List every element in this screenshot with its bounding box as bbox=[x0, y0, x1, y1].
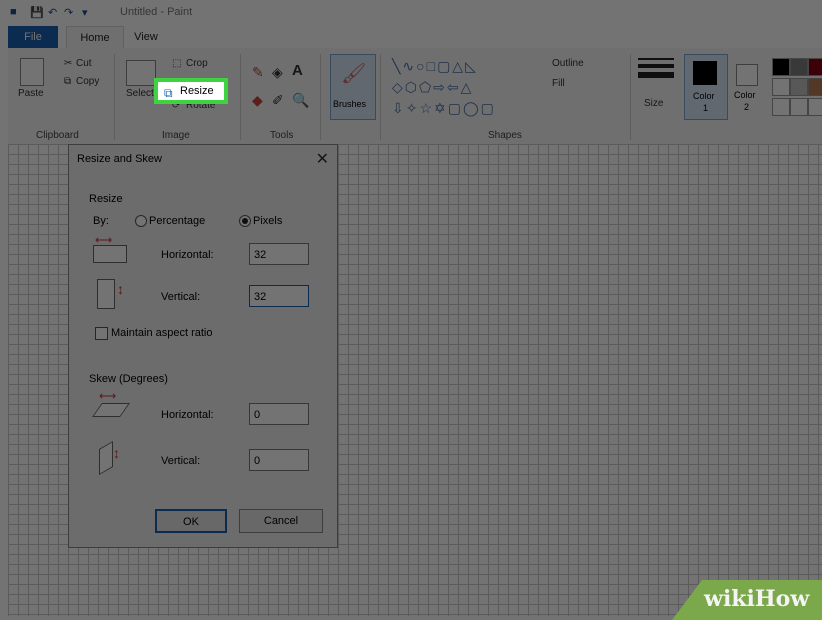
skew-horizontal-graphic bbox=[92, 403, 130, 417]
separator bbox=[380, 54, 381, 140]
skew-vertical-arrow-icon: ↕ bbox=[113, 445, 120, 461]
resize-section-label: Resize bbox=[89, 193, 123, 205]
pixels-label: Pixels bbox=[253, 215, 283, 227]
maintain-aspect-label: Maintain aspect ratio bbox=[111, 327, 213, 339]
select-icon bbox=[126, 60, 156, 86]
color1-number: 1 bbox=[703, 103, 709, 113]
palette-swatch[interactable] bbox=[772, 78, 790, 96]
tab-view[interactable]: View bbox=[126, 26, 166, 48]
separator bbox=[240, 54, 241, 140]
paint-app-icon: ■ bbox=[10, 6, 17, 18]
title-bar: ■ 💾 ↶ ↷ ▾ Untitled - Paint bbox=[8, 0, 822, 26]
color-picker-icon[interactable]: ✐ bbox=[272, 92, 284, 109]
outline-dropdown[interactable]: Outline bbox=[552, 58, 584, 69]
shapes-group-label: Shapes bbox=[488, 130, 522, 141]
select-button[interactable]: Select bbox=[126, 88, 154, 99]
ok-button[interactable]: OK bbox=[155, 509, 227, 533]
crop-button[interactable]: Crop bbox=[186, 58, 208, 69]
tab-home[interactable]: Home bbox=[66, 26, 124, 49]
fill-bucket-icon[interactable]: ◈ bbox=[272, 64, 283, 81]
palette-swatch[interactable] bbox=[808, 78, 822, 96]
size-button[interactable]: Size bbox=[644, 98, 663, 109]
resize-icon: ⧉ bbox=[164, 86, 173, 100]
separator bbox=[114, 54, 115, 140]
copy-button[interactable]: Copy bbox=[76, 76, 99, 87]
skew-horizontal-label: Horizontal: bbox=[161, 409, 214, 421]
resize-horizontal-input[interactable]: 32 bbox=[249, 243, 309, 265]
color1-button[interactable]: Color 1 bbox=[684, 54, 728, 120]
dialog-title: Resize and Skew bbox=[77, 153, 162, 165]
color2-number: 2 bbox=[744, 102, 750, 112]
image-group-label: Image bbox=[162, 130, 190, 141]
vertical-label: Vertical: bbox=[161, 291, 201, 303]
window-title: Untitled - Paint bbox=[120, 6, 193, 18]
resize-label: Resize bbox=[180, 85, 214, 97]
palette-swatch[interactable] bbox=[808, 58, 822, 76]
color2-button[interactable]: Color 2 bbox=[730, 54, 766, 118]
pixels-radio[interactable] bbox=[239, 215, 251, 227]
redo-icon[interactable]: ↷ bbox=[64, 6, 73, 19]
cut-icon: ✂ bbox=[64, 58, 73, 69]
color1-swatch bbox=[693, 61, 717, 85]
watermark-logo: wikiHow bbox=[704, 586, 810, 612]
color2-label: Color bbox=[734, 90, 756, 100]
color2-swatch bbox=[736, 64, 758, 86]
skew-section-label: Skew (Degrees) bbox=[89, 373, 168, 385]
ribbon-tabs: File Home View bbox=[8, 26, 822, 49]
palette-swatch[interactable] bbox=[790, 58, 808, 76]
horizontal-resize-graphic bbox=[93, 245, 127, 263]
resize-vertical-input[interactable]: 32 bbox=[249, 285, 309, 307]
color1-label: Color bbox=[693, 91, 715, 101]
vertical-resize-graphic bbox=[97, 279, 115, 309]
text-tool-icon[interactable]: A bbox=[292, 62, 303, 79]
brush-icon: 🖌 bbox=[341, 63, 367, 85]
cut-button[interactable]: Cut bbox=[76, 58, 92, 69]
eraser-icon[interactable]: ◆ bbox=[252, 92, 263, 109]
copy-icon: ⧉ bbox=[64, 76, 72, 87]
tools-group-label: Tools bbox=[270, 130, 294, 141]
palette-swatch[interactable] bbox=[790, 98, 808, 116]
skew-vertical-graphic bbox=[99, 440, 113, 476]
close-icon[interactable]: ✕ bbox=[316, 149, 329, 169]
palette-swatch[interactable] bbox=[808, 98, 822, 116]
ribbon: Paste ✂ Cut ⧉ Copy Clipboard Select ⬚ Cr… bbox=[8, 48, 822, 145]
vertical-resize-icon: ↕ bbox=[117, 281, 124, 297]
size-icon bbox=[638, 58, 674, 84]
percentage-label: Percentage bbox=[149, 215, 206, 227]
palette-swatch[interactable] bbox=[772, 58, 790, 76]
brushes-label: Brushes bbox=[333, 99, 367, 109]
pencil-icon[interactable]: ✎ bbox=[252, 64, 264, 81]
skew-horizontal-arrow-icon: ⟷ bbox=[99, 389, 117, 403]
separator bbox=[630, 54, 631, 140]
skew-vertical-label: Vertical: bbox=[161, 455, 201, 467]
resize-and-skew-dialog: Resize and Skew ✕ Resize By: Percentage … bbox=[68, 144, 338, 548]
magnifier-icon[interactable]: 🔍 bbox=[292, 92, 309, 109]
separator bbox=[320, 54, 321, 140]
paste-button[interactable]: Paste bbox=[18, 88, 44, 99]
horizontal-label: Horizontal: bbox=[161, 249, 214, 261]
maintain-aspect-checkbox[interactable] bbox=[95, 327, 108, 340]
wikihow-watermark: wikiHow bbox=[672, 580, 822, 620]
resize-button[interactable]: ⧉ Resize bbox=[154, 78, 228, 104]
crop-icon: ⬚ bbox=[172, 58, 182, 69]
by-label: By: bbox=[93, 215, 109, 227]
fill-dropdown[interactable]: Fill bbox=[552, 78, 565, 89]
save-icon[interactable]: 💾 bbox=[30, 6, 44, 19]
skew-horizontal-input[interactable]: 0 bbox=[249, 403, 309, 425]
clipboard-group-label: Clipboard bbox=[36, 130, 79, 141]
quick-access-dropdown-icon[interactable]: ▾ bbox=[82, 6, 88, 19]
brushes-button[interactable]: 🖌 Brushes bbox=[330, 54, 376, 120]
paste-icon bbox=[20, 58, 44, 86]
palette-swatch[interactable] bbox=[790, 78, 808, 96]
cancel-button[interactable]: Cancel bbox=[239, 509, 323, 533]
palette-swatch[interactable] bbox=[772, 98, 790, 116]
shapes-gallery[interactable]: ╲∿○□▢△◺ ◇⬡⬠⇨⇦△ ⇩✧☆✡▢◯▢ bbox=[392, 56, 542, 120]
tab-file[interactable]: File bbox=[8, 26, 58, 48]
percentage-radio[interactable] bbox=[135, 215, 147, 227]
paint-window: ■ 💾 ↶ ↷ ▾ Untitled - Paint File Home Vie… bbox=[8, 0, 822, 616]
skew-vertical-input[interactable]: 0 bbox=[249, 449, 309, 471]
undo-icon[interactable]: ↶ bbox=[48, 6, 57, 19]
